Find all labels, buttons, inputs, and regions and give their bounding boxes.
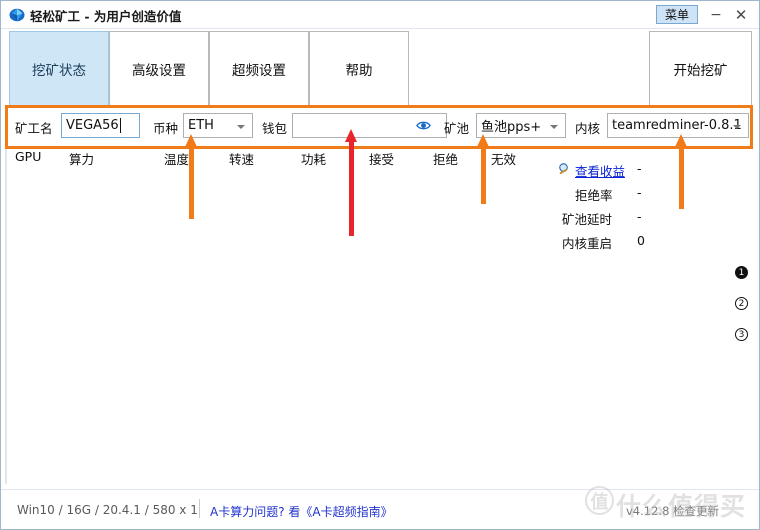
kernel-restart-value: 0 — [637, 233, 645, 248]
wallet-label: 钱包 — [262, 121, 288, 136]
tab-mining-status[interactable]: 挖矿状态 — [9, 31, 109, 106]
version-update-link[interactable]: v4.12.8 检查更新 — [626, 503, 719, 519]
coin-value: ETH — [188, 118, 214, 133]
column-header-accepted: 接受 — [369, 152, 395, 167]
application-window: 轻松矿工 - 为用户创造价值 菜单 − ✕ 挖矿状态 高级设置 超频设置 帮助 … — [0, 0, 760, 530]
kernel-annotation-arrow — [675, 134, 688, 209]
pool-latency-label: 矿池延时 — [562, 212, 613, 227]
reject-rate-label: 拒绝率 — [575, 188, 613, 203]
pool-value: 鱼池pps+ — [481, 120, 542, 135]
kernel-label: 内核 — [575, 121, 601, 136]
coin-annotation-arrow — [185, 134, 198, 219]
chevron-down-icon — [550, 125, 558, 129]
arrow-shaft — [481, 146, 486, 204]
kernel-restart-label: 内核重启 — [562, 236, 613, 251]
tab-strip: 挖矿状态 高级设置 超频设置 帮助 开始挖矿 — [1, 29, 759, 107]
column-header-fanspeed: 转速 — [229, 152, 255, 167]
miner-name-value: VEGA56 — [66, 118, 119, 133]
column-header-invalid: 无效 — [491, 152, 517, 167]
config-form-row: 矿工名 VEGA56 币种 ETH 钱包 矿池 鱼池pps+ 内核 teamre… — [1, 105, 759, 149]
earnings-value: - — [637, 161, 642, 176]
arrow-shaft — [679, 146, 684, 209]
kernel-value: teamredminer-0.8.1 — [612, 118, 742, 133]
reject-rate-value: - — [637, 185, 642, 200]
arrow-shaft — [189, 146, 194, 219]
step-badge-3: 3 — [735, 328, 748, 341]
chevron-down-icon — [237, 125, 245, 129]
diamond-icon — [9, 8, 25, 22]
overclock-guide-link[interactable]: A卡算力问题? 看《A卡超频指南》 — [210, 503, 393, 520]
title-bar: 轻松矿工 - 为用户创造价值 菜单 − ✕ — [1, 1, 759, 29]
column-header-rejected: 拒绝 — [433, 152, 459, 167]
wallet-annotation-arrow — [345, 129, 358, 236]
mining-info-panel: 查看收益 - 拒绝率 - 矿池延时 - 内核重启 0 — [557, 161, 747, 261]
close-button[interactable]: ✕ — [730, 5, 752, 25]
window-title: 轻松矿工 - 为用户创造价值 — [30, 9, 182, 24]
tab-advanced-settings[interactable]: 高级设置 — [109, 31, 209, 106]
text-caret — [119, 118, 121, 133]
pool-label: 矿池 — [444, 121, 470, 136]
status-divider — [199, 499, 200, 518]
column-header-hashrate: 算力 — [69, 152, 95, 167]
tab-overclock-settings[interactable]: 超频设置 — [209, 31, 309, 106]
start-mining-button[interactable]: 开始挖矿 — [649, 31, 752, 106]
view-earnings-link[interactable]: 查看收益 — [575, 161, 625, 180]
miner-name-label: 矿工名 — [15, 121, 53, 136]
minimize-button[interactable]: − — [705, 5, 727, 25]
step-badge-2: 2 — [735, 297, 748, 310]
step-badge-1: 1 — [735, 266, 748, 279]
system-info-text: Win10 / 16G / 20.4.1 / 580 x 1 — [17, 503, 198, 517]
status-bar: Win10 / 16G / 20.4.1 / 580 x 1 A卡算力问题? 看… — [1, 489, 759, 529]
column-header-power: 功耗 — [301, 152, 327, 167]
coin-label: 币种 — [153, 121, 179, 136]
tab-help[interactable]: 帮助 — [309, 31, 409, 106]
pool-latency-value: - — [637, 209, 642, 224]
miner-name-input[interactable]: VEGA56 — [61, 113, 140, 138]
column-header-gpu: GPU — [15, 149, 42, 164]
menu-button[interactable]: 菜单 — [656, 5, 698, 24]
arrow-shaft — [349, 141, 354, 236]
eye-icon[interactable] — [416, 118, 431, 133]
list-left-edge — [5, 149, 7, 484]
chevron-down-icon — [733, 125, 741, 129]
magnifier-icon — [559, 163, 568, 174]
pool-annotation-arrow — [477, 134, 490, 204]
